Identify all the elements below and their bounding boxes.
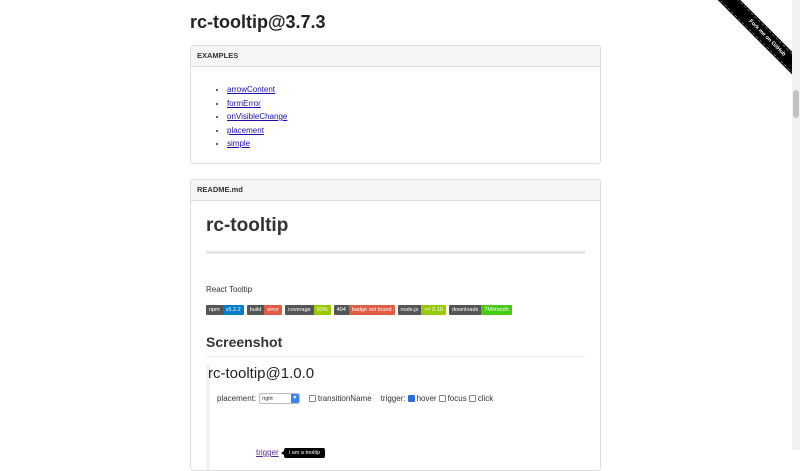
trigger-link[interactable]: trigger (256, 448, 279, 457)
badge-value: >= 0.10 (421, 305, 446, 315)
scrollbar-thumb[interactable] (793, 90, 799, 118)
trigger-label: trigger: (380, 394, 406, 403)
placement-label: placement: (217, 394, 257, 403)
badge-coverage[interactable]: coverage 93% (284, 305, 331, 315)
badge-value: badge not found (348, 305, 395, 315)
badge-key: coverage (284, 305, 314, 315)
badge-value: 7M/month (481, 305, 512, 315)
badge-npm[interactable]: npm v5.2.2 (206, 305, 244, 315)
badge-build[interactable]: build error (246, 305, 282, 315)
click-checkbox[interactable] (468, 395, 476, 402)
placement-select[interactable]: right ▾ (259, 393, 300, 404)
list-item: placement (227, 124, 600, 138)
click-label: click (477, 394, 494, 403)
example-link-simple[interactable]: simple (227, 139, 250, 148)
title-divider (206, 251, 585, 254)
screenshot-divider (206, 356, 585, 357)
readme-panel: README.md rc-tooltip React Tooltip npm v… (190, 179, 601, 471)
list-item: simple (227, 137, 600, 151)
readme-title: rc-tooltip (206, 215, 289, 236)
placement-select-value: right (262, 395, 273, 402)
transition-checkbox[interactable] (308, 395, 316, 402)
badge-key: npm (206, 305, 223, 315)
readme-description: React Tooltip (206, 285, 253, 294)
badge-value: v5.2.2 (222, 305, 244, 315)
list-item: arrowContent (227, 83, 600, 97)
examples-panel: EXAMPLES arrowContent formError onVisibl… (190, 45, 601, 164)
badge-key: node.js (397, 305, 422, 315)
screenshot-image: rc-tooltip@1.0.0 placement: right ▾ tran… (206, 364, 585, 470)
focus-label: focus (447, 394, 467, 403)
screenshot-controls: placement: right ▾ transitionName trigge… (217, 393, 493, 404)
hover-checkbox[interactable] (407, 395, 415, 402)
list-item: formError (227, 97, 600, 111)
readme-heading: README.md (191, 180, 600, 201)
focus-checkbox[interactable] (438, 395, 446, 402)
badge-value: error (264, 305, 282, 315)
chevron-down-icon: ▾ (290, 394, 299, 403)
badge-key: build (246, 305, 265, 315)
transition-label: transitionName (317, 394, 372, 403)
examples-list: arrowContent formError onVisibleChange p… (191, 67, 600, 151)
badge-404[interactable]: 404 badge not found (333, 305, 395, 315)
examples-heading: EXAMPLES (191, 46, 600, 67)
badge-downloads[interactable]: downloads 7M/month (448, 305, 512, 315)
page-title: rc-tooltip@3.7.3 (190, 12, 326, 32)
example-link-arrowcontent[interactable]: arrowContent (227, 85, 275, 94)
badge-nodejs[interactable]: node.js >= 0.10 (397, 305, 446, 315)
example-link-placement[interactable]: placement (227, 126, 264, 135)
page-scrollbar[interactable] (792, 0, 800, 450)
screenshot-heading: Screenshot (206, 334, 283, 350)
hover-label: hover (416, 394, 437, 403)
list-item: onVisibleChange (227, 110, 600, 124)
badge-row: npm v5.2.2 build error coverage 93% 404 … (206, 305, 512, 315)
readme-body: rc-tooltip React Tooltip npm v5.2.2 buil… (191, 201, 600, 470)
fork-me-ribbon-link[interactable]: Fork me on GitHub (715, 0, 800, 90)
screenshot-title: rc-tooltip@1.0.0 (208, 365, 315, 382)
badge-key: downloads (448, 305, 482, 315)
badge-value: 93% (313, 305, 331, 315)
badge-key: 404 (333, 305, 349, 315)
example-link-onvisiblechange[interactable]: onVisibleChange (227, 112, 287, 121)
example-link-formerror[interactable]: formError (227, 99, 261, 108)
github-ribbon: Fork me on GitHub (710, 0, 800, 90)
